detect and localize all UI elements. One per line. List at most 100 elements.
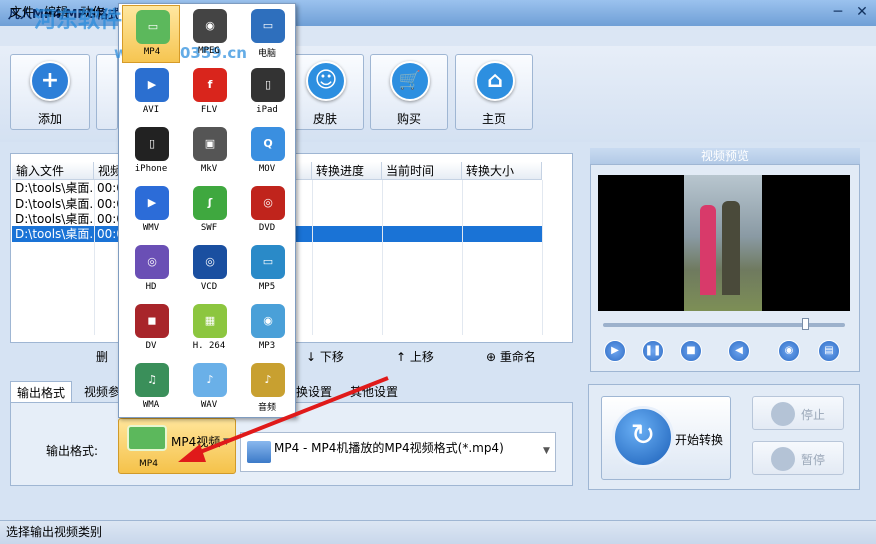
move-down-button[interactable]: ↓ 下移 xyxy=(306,348,344,365)
format-label: WMA xyxy=(142,400,160,410)
col-current-time[interactable]: 当前时间 xyxy=(382,162,462,180)
row-file: D:\tools\桌面... xyxy=(15,181,94,195)
snapshot-icon[interactable]: ◉ xyxy=(778,340,800,362)
format-label: MkV xyxy=(200,164,218,174)
format-icon: ▶ xyxy=(135,186,169,220)
rename-button[interactable]: ⊕ 重命名 xyxy=(486,348,536,365)
format-label: HD xyxy=(145,282,157,292)
col-video[interactable]: 视频 xyxy=(94,162,120,180)
format-option-dv[interactable]: ◼ DV xyxy=(122,300,180,358)
format-option-mp4[interactable]: ▭ MP4 xyxy=(122,5,180,63)
format-option-avi[interactable]: ▶ AVI xyxy=(122,64,180,122)
minimize-button[interactable]: ─ xyxy=(828,3,848,21)
format-option-mpeg[interactable]: ◉ MPEG xyxy=(180,5,238,63)
row-file: D:\tools\桌面... xyxy=(15,197,94,211)
menu-file[interactable]: 文件 xyxy=(10,3,34,20)
skin-button[interactable]: ☺ 皮肤 xyxy=(286,54,364,130)
format-option-h264[interactable]: ▦ H. 264 xyxy=(180,300,238,358)
format-label: 音频 xyxy=(257,403,276,413)
col-progress[interactable]: 转换进度 xyxy=(312,162,382,180)
output-format-label: 输出格式: xyxy=(46,444,99,458)
status-bar xyxy=(0,520,876,544)
format-label: 电脑 xyxy=(257,49,276,59)
col-input-file[interactable]: 输入文件 xyxy=(12,162,94,180)
format-label: DVD xyxy=(258,223,276,233)
home-icon: ⌂ xyxy=(475,61,515,101)
format-option-mp5[interactable]: ▭ MP5 xyxy=(238,241,296,299)
col-size[interactable]: 转换大小 xyxy=(462,162,542,180)
format-icon: ▭ xyxy=(251,9,285,43)
plus-icon: + xyxy=(30,61,70,101)
row-time: 00:0 xyxy=(97,227,120,241)
format-icon: Q xyxy=(251,127,285,161)
format-icon: ▶ xyxy=(135,68,169,102)
format-option-iphone[interactable]: ▯ iPhone xyxy=(122,123,180,181)
format-option-wma[interactable]: ♫ WMA xyxy=(122,359,180,417)
format-label: iPhone xyxy=(134,164,168,174)
format-icon: ▭ xyxy=(136,10,170,44)
format-option-[interactable]: ▭ 电脑 xyxy=(238,5,296,63)
format-icon: ◎ xyxy=(193,245,227,279)
stop-icon xyxy=(771,402,795,426)
add-label: 添加 xyxy=(37,112,62,126)
format-icon: ◉ xyxy=(193,9,227,43)
move-up-button[interactable]: ↑ 上移 xyxy=(396,348,434,365)
row-file: D:\tools\桌面... xyxy=(15,212,94,226)
buy-button[interactable]: 🛒 购买 xyxy=(370,54,448,130)
format-icon: ♪ xyxy=(193,363,227,397)
format-icon: ʃ xyxy=(193,186,227,220)
seek-slider-thumb[interactable] xyxy=(802,318,809,330)
start-convert-label: 开始转换 xyxy=(675,433,724,447)
pause-button[interactable]: 暂停 xyxy=(752,441,844,475)
close-button[interactable]: ✕ xyxy=(852,3,872,21)
row-time: 00:0 xyxy=(97,197,120,211)
format-icon: ▦ xyxy=(193,304,227,338)
format-icon: ◎ xyxy=(251,186,285,220)
format-icon: ♪ xyxy=(251,363,285,397)
grid-line xyxy=(462,180,463,335)
format-icon: f xyxy=(193,68,227,102)
add-button[interactable]: + 添加 xyxy=(10,54,90,130)
grid-line xyxy=(94,180,95,335)
format-icon: ◎ xyxy=(135,245,169,279)
tab-output-format[interactable]: 输出格式 xyxy=(10,381,73,403)
format-option-wmv[interactable]: ▶ WMV xyxy=(122,182,180,240)
format-label: VCD xyxy=(200,282,218,292)
pause-icon[interactable]: ❚❚ xyxy=(642,340,664,362)
format-option-vcd[interactable]: ◎ VCD xyxy=(180,241,238,299)
stop-icon[interactable]: ■ xyxy=(680,340,702,362)
format-option-mkv[interactable]: ▣ MkV xyxy=(180,123,238,181)
format-button-sub: MP4 xyxy=(139,459,158,469)
format-label: MP4 xyxy=(143,47,161,57)
format-option-mp3[interactable]: ◉ MP3 xyxy=(238,300,296,358)
format-icon: ◉ xyxy=(251,304,285,338)
home-button[interactable]: ⌂ 主页 xyxy=(455,54,533,130)
grid-line xyxy=(312,180,313,335)
format-icon: ♫ xyxy=(135,363,169,397)
format-icon: ▣ xyxy=(193,127,227,161)
format-option-mov[interactable]: Q MOV xyxy=(238,123,296,181)
format-option-wav[interactable]: ♪ WAV xyxy=(180,359,238,417)
format-option-hd[interactable]: ◎ HD xyxy=(122,241,180,299)
format-label: FLV xyxy=(200,105,218,115)
volume-icon[interactable]: ◀ xyxy=(728,340,750,362)
format-option-flv[interactable]: f FLV xyxy=(180,64,238,122)
format-label: MP3 xyxy=(258,341,276,351)
convert-arrow-icon: ↻ xyxy=(612,406,674,468)
tool-button-hidden[interactable] xyxy=(96,54,118,130)
format-option-[interactable]: ♪ 音频 xyxy=(238,359,296,417)
grid-line xyxy=(382,180,383,335)
format-label: iPad xyxy=(256,105,278,115)
format-label: MP5 xyxy=(258,282,276,292)
format-option-dvd[interactable]: ◎ DVD xyxy=(238,182,296,240)
folder-icon[interactable]: ▤ xyxy=(818,340,840,362)
format-option-swf[interactable]: ʃ SWF xyxy=(180,182,238,240)
format-option-ipad[interactable]: ▯ iPad xyxy=(238,64,296,122)
format-label: H. 264 xyxy=(192,341,226,351)
stop-button[interactable]: 停止 xyxy=(752,396,844,430)
stop-label: 停止 xyxy=(801,408,826,422)
home-label: 主页 xyxy=(481,112,506,126)
delete-button[interactable]: 删 xyxy=(96,348,108,365)
play-icon[interactable]: ▶ xyxy=(604,340,626,362)
cart-icon: 🛒 xyxy=(390,61,430,101)
